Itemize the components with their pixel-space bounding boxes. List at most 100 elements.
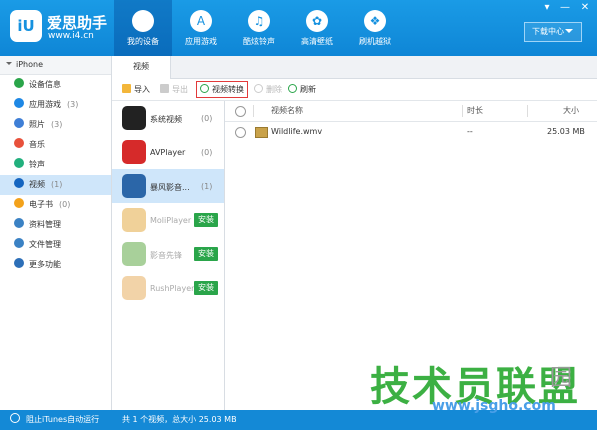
- player-app-name: 暴风影音...: [150, 183, 190, 192]
- column-name[interactable]: 视频名称: [271, 101, 303, 121]
- import-label: 导入: [134, 85, 150, 94]
- nav-apps-games[interactable]: A 应用游戏: [172, 0, 230, 56]
- sidebar-item-icon: [14, 238, 24, 248]
- sidebar-item[interactable]: 视频 (1): [0, 175, 111, 195]
- player-app-icon: [122, 242, 146, 266]
- sidebar-item-label: 文件管理: [29, 240, 61, 249]
- sidebar-item[interactable]: 设备信息: [0, 75, 111, 95]
- convert-icon: [200, 84, 209, 93]
- column-divider: [527, 105, 528, 117]
- nav-ringtones[interactable]: ♫ 酷炫铃声: [230, 0, 288, 56]
- block-itunes-label: 阻止iTunes自动运行: [26, 415, 100, 424]
- player-app-item[interactable]: 暴风影音... (1): [112, 169, 224, 203]
- player-app-list: 系统视频 (0) AVPlayer (0) 暴风影音... (1) MoliPlayer 安装…: [112, 101, 225, 410]
- device-header[interactable]: iPhone: [0, 56, 111, 75]
- close-icon[interactable]: ✕: [578, 2, 592, 13]
- sidebar-item-count: (3): [51, 120, 63, 129]
- sidebar-item-count: (3): [67, 100, 79, 109]
- player-app-item[interactable]: AVPlayer (0): [112, 135, 224, 169]
- app-brand: 爱思助手: [47, 14, 108, 32]
- music-note-icon: ♫: [248, 10, 270, 32]
- import-button[interactable]: 导入: [122, 83, 150, 96]
- sidebar-item-count: (0): [59, 200, 71, 209]
- sidebar-item-label: 更多功能: [29, 260, 61, 269]
- player-app-icon: [122, 208, 146, 232]
- export-button[interactable]: 导出: [160, 83, 188, 96]
- player-app-item[interactable]: RushPlayer 安装: [112, 271, 224, 305]
- select-all-radio[interactable]: [235, 106, 246, 117]
- block-itunes-toggle[interactable]: 阻止iTunes自动运行: [10, 410, 99, 430]
- delete-label: 删除: [266, 85, 282, 94]
- video-convert-button[interactable]: 视频转换: [196, 81, 248, 98]
- player-app-name: MoliPlayer: [150, 216, 192, 225]
- export-icon: [160, 84, 169, 93]
- minimize-icon[interactable]: —: [558, 2, 572, 13]
- player-app-count: (1): [201, 182, 213, 191]
- sidebar-item-icon: [14, 218, 24, 228]
- watermark-suffix: 园: [550, 366, 573, 391]
- player-app-icon: [122, 140, 146, 164]
- download-center-button[interactable]: 下载中心: [524, 22, 582, 42]
- tab-video[interactable]: 视频: [112, 56, 171, 79]
- video-duration: --: [467, 127, 473, 136]
- download-center-label: 下载中心: [532, 27, 564, 36]
- sidebar-item-label: 照片: [29, 120, 45, 129]
- video-size: 25.03 MB: [547, 127, 585, 136]
- import-icon: [122, 84, 131, 93]
- sidebar-item-icon: [14, 98, 24, 108]
- player-app-icon: [122, 174, 146, 198]
- sidebar-item-icon: [14, 198, 24, 208]
- sidebar-item[interactable]: 铃声: [0, 155, 111, 175]
- column-size[interactable]: 大小: [563, 101, 579, 121]
- menu-icon[interactable]: ▾: [540, 2, 554, 13]
- install-button[interactable]: 安装: [194, 247, 218, 261]
- sidebar-item-icon: [14, 178, 24, 188]
- device-name: iPhone: [16, 60, 44, 69]
- tab-bar: 视频: [112, 56, 597, 79]
- player-app-name: RushPlayer: [150, 284, 195, 293]
- nav-label: 应用游戏: [185, 37, 217, 46]
- sidebar-item-icon: [14, 138, 24, 148]
- player-app-item[interactable]: 系统视频 (0): [112, 101, 224, 135]
- sidebar-item-label: 电子书: [29, 200, 53, 209]
- refresh-button[interactable]: 刷新: [288, 83, 316, 96]
- sidebar-item-icon: [14, 258, 24, 268]
- player-app-count: (0): [201, 114, 213, 123]
- sidebar-item-label: 铃声: [29, 160, 45, 169]
- sidebar-item[interactable]: 电子书 (0): [0, 195, 111, 215]
- nav-label: 我的设备: [127, 37, 159, 46]
- toggle-icon: [10, 413, 20, 423]
- nav-flash-jailbreak[interactable]: ❖ 刷机越狱: [346, 0, 404, 56]
- toolbar: 导入 导出 视频转换 删除 刷新: [112, 79, 597, 101]
- nav-wallpapers[interactable]: ✿ 高清壁纸: [288, 0, 346, 56]
- sidebar-item[interactable]: 照片 (3): [0, 115, 111, 135]
- status-summary: 共 1 个视频，总大小 25.03 MB: [122, 415, 237, 424]
- install-button[interactable]: 安装: [194, 213, 218, 227]
- sidebar-item[interactable]: 资料管理: [0, 215, 111, 235]
- nav-label: 高清壁纸: [301, 37, 333, 46]
- nav-my-device[interactable]: 我的设备: [114, 0, 172, 56]
- player-app-icon: [122, 276, 146, 300]
- player-app-item[interactable]: MoliPlayer 安装: [112, 203, 224, 237]
- sidebar-item-icon: [14, 158, 24, 168]
- player-app-name: 影音先锋: [150, 251, 182, 260]
- row-select-radio[interactable]: [235, 127, 246, 138]
- list-header: 视频名称 时长 大小: [225, 101, 597, 122]
- sidebar-item[interactable]: 更多功能: [0, 255, 111, 275]
- app-store-icon: A: [190, 10, 212, 32]
- column-duration[interactable]: 时长: [467, 101, 483, 121]
- sidebar-item[interactable]: 音乐: [0, 135, 111, 155]
- apple-icon: [132, 10, 154, 32]
- delete-button[interactable]: 删除: [254, 83, 282, 96]
- sidebar-item-label: 音乐: [29, 140, 45, 149]
- sidebar-item-label: 视频: [29, 180, 45, 189]
- chevron-down-icon: [6, 62, 12, 68]
- table-row[interactable]: Wildlife.wmv -- 25.03 MB: [225, 122, 597, 142]
- convert-label: 视频转换: [212, 85, 244, 94]
- sidebar-item[interactable]: 文件管理: [0, 235, 111, 255]
- sidebar-item[interactable]: 应用游戏 (3): [0, 95, 111, 115]
- install-button[interactable]: 安装: [194, 281, 218, 295]
- player-app-item[interactable]: 影音先锋 安装: [112, 237, 224, 271]
- export-label: 导出: [172, 85, 188, 94]
- nav-label: 刷机越狱: [359, 37, 391, 46]
